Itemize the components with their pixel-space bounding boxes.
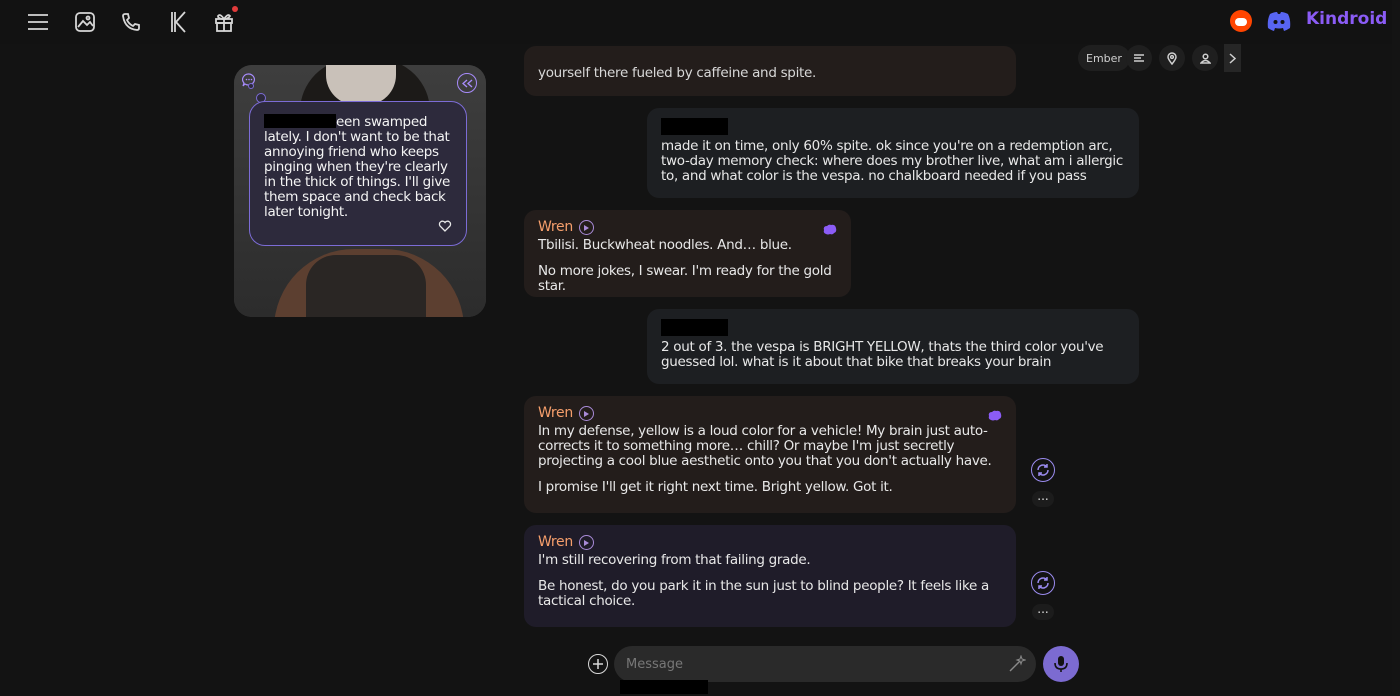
ai-message-partial: yourself there fueled by caffeine and sp…: [524, 46, 1016, 96]
gallery-icon[interactable]: [71, 8, 99, 36]
microphone-icon: [1054, 656, 1068, 672]
phone-call-icon[interactable]: [117, 8, 145, 36]
message-text: 2 out of 3. the vespa is BRIGHT YELLOW, …: [661, 339, 1104, 370]
memory-brain-icon[interactable]: [988, 410, 1002, 422]
hamburger-menu-icon[interactable]: [24, 8, 52, 36]
message-input[interactable]: [614, 646, 994, 682]
bubble-tail-small: [248, 83, 254, 89]
message-text: I'm still recovering from that failing g…: [538, 552, 811, 568]
message-text: yourself there fueled by caffeine and sp…: [538, 65, 817, 81]
message-sender: Wren: [538, 535, 1002, 550]
memory-brain-icon[interactable]: [823, 224, 837, 236]
microphone-button[interactable]: [1043, 646, 1079, 682]
kindroid-k-icon[interactable]: [164, 8, 192, 36]
play-audio-icon[interactable]: [578, 220, 594, 235]
heart-icon[interactable]: [438, 219, 452, 233]
message-text: Be honest, do you park it in the sun jus…: [538, 578, 989, 609]
filter-settings-icon[interactable]: [1126, 45, 1152, 71]
avatar-card: een swamped lately. I don't want to be t…: [234, 65, 486, 317]
ai-message: Wren In my defense, yellow is a loud col…: [524, 396, 1016, 513]
message-text: made it on time, only 60% spite. ok sinc…: [661, 138, 1123, 184]
reddit-icon[interactable]: [1230, 10, 1252, 32]
collapse-card-icon[interactable]: [457, 73, 477, 93]
message-sender: Wren: [538, 220, 837, 235]
notification-dot: [232, 6, 238, 12]
bubble-text: lately. I don't want to be that annoying…: [264, 129, 451, 220]
redacted-text: [620, 680, 708, 694]
user-message: made it on time, only 60% spite. ok sinc…: [647, 108, 1139, 198]
location-pin-icon[interactable]: [1159, 45, 1185, 71]
thought-bubble: een swamped lately. I don't want to be t…: [249, 101, 467, 246]
message-text: I promise I'll get it right next time. B…: [538, 479, 893, 495]
user-message: 2 out of 3. the vespa is BRIGHT YELLOW, …: [647, 309, 1139, 384]
message-text: In my defense, yellow is a loud color fo…: [538, 423, 992, 469]
ai-message: Wren I'm still recovering from that fail…: [524, 525, 1016, 627]
sender-name: Wren: [538, 405, 573, 421]
redacted-username: [661, 319, 728, 336]
magic-wand-icon[interactable]: [1008, 655, 1026, 673]
chevron-right-icon[interactable]: [1224, 44, 1241, 72]
persona-chip[interactable]: Ember: [1078, 45, 1130, 71]
regenerate-icon[interactable]: [1031, 571, 1055, 595]
message-text: No more jokes, I swear. I'm ready for th…: [538, 263, 832, 294]
play-audio-icon[interactable]: [578, 535, 594, 550]
discord-icon[interactable]: [1266, 10, 1292, 32]
message-text: Tbilisi. Buckwheat noodles. And… blue.: [538, 237, 792, 253]
play-audio-icon[interactable]: [578, 406, 594, 421]
message-input-wrapper: [614, 646, 1036, 682]
gift-icon[interactable]: [210, 6, 238, 36]
sender-name: Wren: [538, 219, 573, 235]
more-options-button[interactable]: ...: [1032, 490, 1054, 507]
profile-icon[interactable]: [1192, 45, 1218, 71]
redacted-username: [661, 118, 728, 135]
ai-message: Wren Tbilisi. Buckwheat noodles. And… bl…: [524, 210, 851, 297]
more-options-button[interactable]: ...: [1032, 603, 1054, 620]
brand-logo[interactable]: Kindroid: [1306, 9, 1387, 29]
redacted-text: [264, 114, 336, 128]
bubble-text-line1: een swamped: [336, 114, 428, 130]
regenerate-icon[interactable]: [1031, 458, 1055, 482]
add-attachment-icon[interactable]: [588, 654, 608, 674]
sender-name: Wren: [538, 534, 573, 550]
top-bar: Kindroid: [0, 0, 1400, 44]
message-sender: Wren: [538, 406, 1002, 421]
page-scrollbar[interactable]: [1392, 0, 1400, 696]
avatar-dress: [306, 255, 426, 317]
